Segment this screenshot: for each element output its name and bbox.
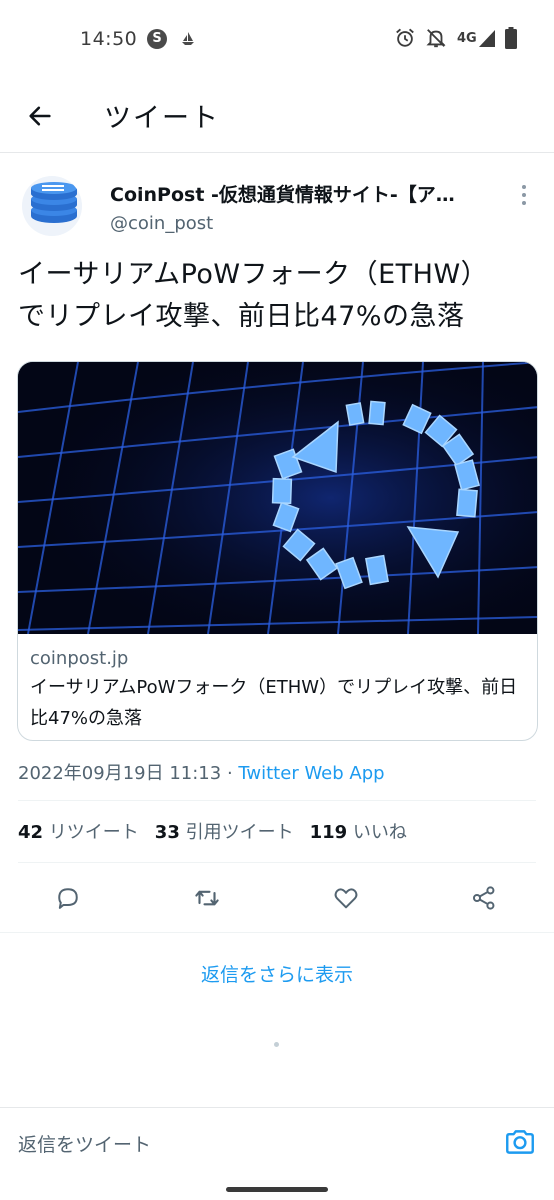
- signal-icon: [479, 30, 495, 47]
- quotes-label: 引用ツイート: [185, 822, 294, 843]
- retweet-icon: [195, 890, 219, 906]
- like-button[interactable]: [326, 878, 366, 918]
- link-card[interactable]: coinpost.jp イーサリアムPoWフォーク（ETHW）でリプレイ攻撃、前…: [17, 361, 538, 741]
- author-name[interactable]: CoinPost -仮想通貨情報サイト-【ア…: [110, 180, 490, 207]
- page-title: ツイート: [104, 103, 220, 134]
- heart-icon: [334, 888, 358, 909]
- alarm-icon: [396, 28, 414, 47]
- sync-arrows-illustration: [18, 362, 537, 635]
- more-vertical-icon: [522, 185, 526, 189]
- notifications-off-icon: [426, 29, 446, 48]
- network-type: 4G: [457, 31, 477, 46]
- more-vertical-icon-dot: [522, 201, 526, 205]
- likes-count: 119: [309, 822, 348, 843]
- share-icon: [472, 886, 495, 910]
- tweet-source-link[interactable]: Twitter Web App: [238, 763, 384, 784]
- camera-button[interactable]: [503, 1125, 537, 1159]
- avatar[interactable]: [22, 176, 82, 236]
- tweet-timestamp[interactable]: 2022年09月19日 11:13: [18, 763, 221, 784]
- retweets-label: リツイート: [48, 822, 139, 843]
- loading-dot: [274, 1042, 279, 1047]
- likes-label: いいね: [352, 822, 407, 843]
- quotes-count: 33: [154, 822, 180, 843]
- reply-icon: [58, 888, 78, 909]
- camera-icon: [506, 1130, 534, 1154]
- status-bar: 14:50 S 4G: [0, 0, 554, 78]
- show-more-replies-link[interactable]: 返信をさらに表示: [0, 960, 554, 987]
- quotes-stat[interactable]: 33 引用ツイート: [155, 822, 294, 843]
- retweets-stat[interactable]: 42 リツイート: [18, 822, 139, 843]
- card-title: イーサリアムPoWフォーク（ETHW）でリプレイ攻撃、前日比47%の急落: [30, 677, 518, 729]
- reply-input[interactable]: 返信をツイート: [18, 1130, 151, 1157]
- reply-button[interactable]: [48, 878, 88, 918]
- top-app-bar: ツイート: [0, 78, 554, 153]
- coinpost-logo-icon: [22, 176, 82, 236]
- meta-separator: ·: [221, 763, 239, 784]
- reply-composer: 返信をツイート: [0, 1107, 554, 1177]
- likes-stat[interactable]: 119 いいね: [310, 822, 407, 843]
- battery-icon: [505, 27, 517, 49]
- tweet-stats: 42 リツイート 33 引用ツイート 119 いいね: [18, 818, 407, 844]
- retweet-button[interactable]: [187, 878, 227, 918]
- divider: [18, 800, 536, 801]
- divider: [18, 862, 536, 863]
- back-button[interactable]: [18, 94, 62, 138]
- boat-notification-icon: [182, 32, 194, 45]
- card-domain: coinpost.jp: [30, 648, 129, 669]
- author-handle[interactable]: @coin_post: [110, 213, 213, 234]
- status-time: 14:50: [80, 28, 138, 50]
- more-vertical-icon-dot: [522, 193, 526, 197]
- tweet-text: イーサリアムPoWフォーク（ETHW） でリプレイ攻撃、前日比47%の急落: [18, 254, 538, 338]
- s-app-icon: S: [147, 29, 167, 49]
- divider: [0, 932, 554, 933]
- more-options-button[interactable]: [512, 180, 536, 210]
- tweet-text-line: でリプレイ攻撃、前日比47%の急落: [18, 301, 465, 332]
- share-button[interactable]: [464, 878, 504, 918]
- card-image: [18, 362, 537, 635]
- retweets-count: 42: [18, 822, 44, 843]
- tweet-meta: 2022年09月19日 11:13 · Twitter Web App: [18, 759, 385, 785]
- arrow-left-icon: [29, 106, 51, 126]
- home-indicator[interactable]: [226, 1187, 328, 1192]
- tweet-text-line: イーサリアムPoWフォーク（ETHW）: [18, 259, 489, 290]
